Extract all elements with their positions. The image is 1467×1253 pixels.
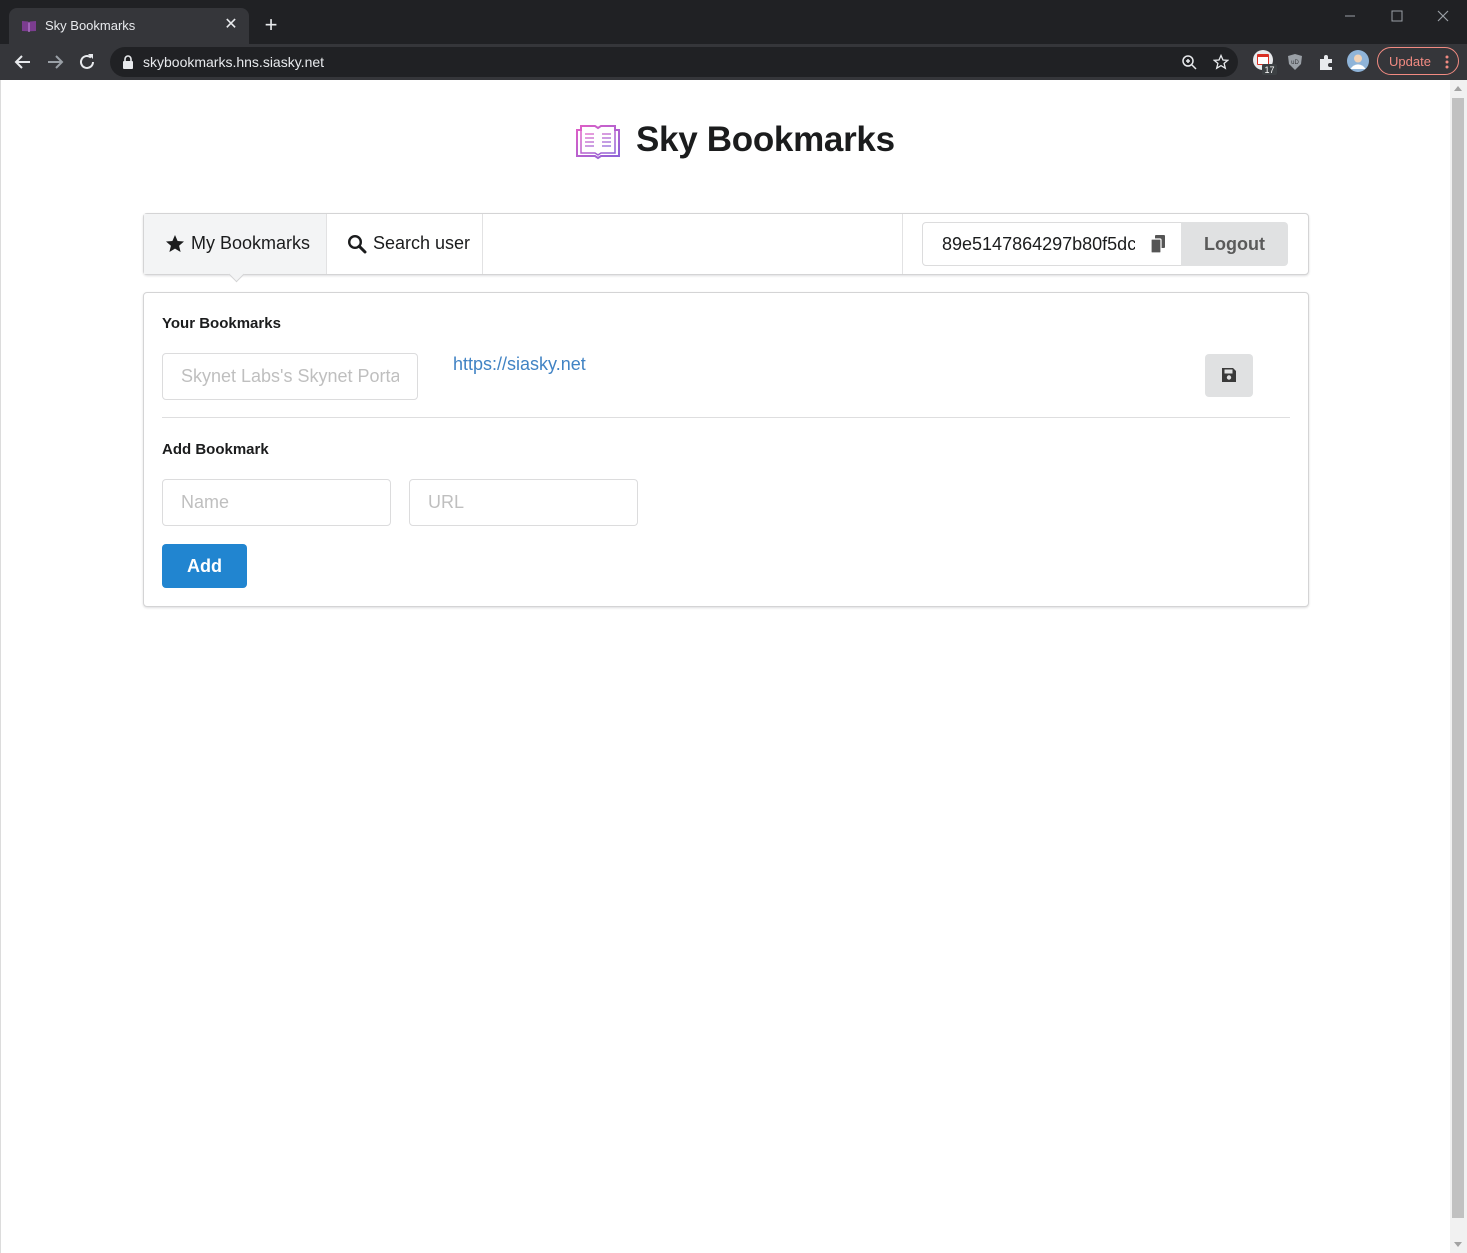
copy-icon[interactable] [1150,235,1166,253]
address-bar[interactable]: skybookmarks.hns.siasky.net [110,47,1238,77]
add-bookmark-button[interactable]: Add [162,544,247,588]
minimize-icon[interactable] [1340,6,1360,26]
bookmark-name-field[interactable] [162,353,418,400]
back-icon[interactable] [11,50,35,74]
zoom-icon[interactable] [1181,54,1197,70]
update-label: Update [1389,54,1431,69]
active-tab-pointer [228,266,245,283]
bookmark-url-link[interactable]: https://siasky.net [453,354,586,375]
browser-tab[interactable]: Sky Bookmarks ✕ [9,8,249,44]
browser-toolbar: skybookmarks.hns.siasky.net 17 uD Update [0,44,1467,80]
browser-titlebar: Sky Bookmarks ✕ + [0,0,1467,44]
menu-dots-icon [1445,55,1449,69]
menu-separator [902,214,903,274]
open-book-logo-icon [576,125,620,160]
vertical-scrollbar[interactable] [1450,80,1467,1253]
lock-icon [123,55,133,69]
tab-title: Sky Bookmarks [45,18,136,33]
new-tab-icon[interactable]: + [260,14,282,36]
profile-avatar-icon[interactable] [1347,50,1369,72]
add-bookmark-heading: Add Bookmark [162,441,269,458]
bookmark-star-icon[interactable] [1213,54,1229,70]
maximize-icon[interactable] [1387,6,1407,26]
logout-button[interactable]: Logout [1181,222,1288,266]
new-bookmark-url-input[interactable] [409,479,638,526]
calendar-badge: 17 [1264,65,1274,75]
bookmarks-panel: Your Bookmarks https://siasky.net Add Bo… [143,292,1309,607]
your-bookmarks-heading: Your Bookmarks [162,315,281,332]
page-content: Sky Bookmarks My Bookmarks Search user L… [0,80,1450,1253]
ublock-label: uD [1291,60,1299,66]
new-bookmark-name-input[interactable] [162,479,391,526]
close-window-icon[interactable] [1433,6,1453,26]
tab-search-user[interactable]: Search user [327,214,482,274]
tab-close-icon[interactable]: ✕ [221,15,241,35]
tab-my-bookmarks-label: My Bookmarks [191,233,311,253]
scroll-up-arrow-icon[interactable] [1454,86,1462,91]
scroll-thumb[interactable] [1452,98,1464,1218]
scroll-down-arrow-icon[interactable] [1454,1242,1462,1247]
top-menu: My Bookmarks Search user Logout [143,213,1309,283]
reload-icon[interactable] [75,50,99,74]
tab-my-bookmarks[interactable]: My Bookmarks [144,214,326,283]
section-divider [162,417,1290,418]
public-key-field[interactable] [922,222,1182,266]
search-icon [347,234,367,254]
ublock-extension-icon[interactable]: uD [1285,52,1305,72]
url-text: skybookmarks.hns.siasky.net [143,54,325,70]
forward-icon[interactable] [43,50,67,74]
save-bookmark-button[interactable] [1205,354,1253,397]
menu-separator [482,214,483,274]
calendar-extension-icon[interactable]: 17 [1252,49,1278,75]
extensions-puzzle-icon[interactable] [1317,52,1337,72]
tab-search-user-label: Search user [373,233,471,253]
book-favicon-icon [22,21,36,32]
app-title: Sky Bookmarks [636,120,895,159]
save-floppy-icon [1222,368,1236,382]
star-icon [166,235,184,252]
update-button[interactable]: Update [1377,47,1459,75]
